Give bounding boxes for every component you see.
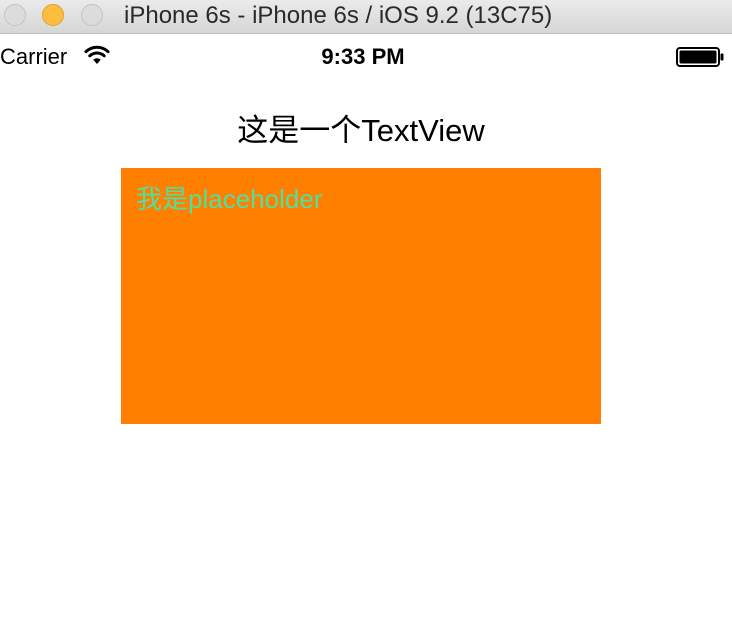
window-titlebar: iPhone 6s - iPhone 6s / iOS 9.2 (13C75) xyxy=(0,0,732,34)
window-title: iPhone 6s - iPhone 6s / iOS 9.2 (13C75) xyxy=(124,2,553,29)
simulator-window: iPhone 6s - iPhone 6s / iOS 9.2 (13C75) … xyxy=(0,0,732,634)
minimize-window-button[interactable] xyxy=(42,4,64,26)
status-time: 9:33 PM xyxy=(321,44,405,69)
close-window-button[interactable] xyxy=(4,4,26,26)
battery-icon xyxy=(676,47,724,67)
ios-status-bar: Carrier 9:33 PM xyxy=(0,34,732,78)
zoom-window-button[interactable] xyxy=(81,4,103,26)
text-view-placeholder: 我是placeholder xyxy=(136,184,323,214)
text-view[interactable]: 我是placeholder xyxy=(121,168,601,424)
page-heading: 这是一个TextView xyxy=(237,113,485,148)
